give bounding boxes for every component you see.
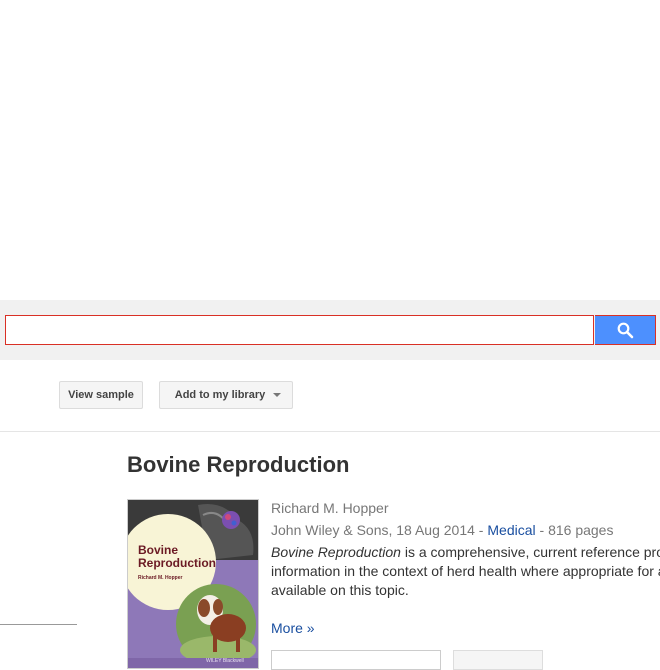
- sidebar-divider: [0, 624, 77, 625]
- book-publication-info: John Wiley & Sons, 18 Aug 2014 - Medical…: [271, 522, 613, 538]
- book-description: Bovine Reproduction is a comprehensive, …: [271, 543, 660, 600]
- publisher-date: John Wiley & Sons, 18 Aug 2014: [271, 522, 475, 538]
- search-input[interactable]: [5, 315, 594, 345]
- view-sample-button[interactable]: View sample: [59, 381, 143, 409]
- add-to-library-label: Add to my library: [174, 389, 266, 401]
- book-title: Bovine Reproduction: [127, 452, 350, 477]
- divider: [0, 431, 660, 432]
- desc-title: Bovine Reproduction: [271, 544, 401, 560]
- search-icon: [617, 322, 633, 338]
- desc-line1-text: is a comprehensive, current reference pr…: [404, 544, 660, 560]
- bottom-action-field[interactable]: [271, 650, 441, 670]
- search-button[interactable]: [595, 315, 656, 345]
- page-count: - 816 pages: [535, 522, 614, 538]
- cover-publisher: WILEY Blackwell: [206, 658, 244, 664]
- desc-line-1: Bovine Reproduction is a comprehensive, …: [271, 543, 660, 562]
- chevron-down-icon: [273, 393, 282, 397]
- cover-author: Richard M. Hopper: [138, 575, 183, 581]
- add-to-library-button[interactable]: Add to my library: [159, 381, 293, 409]
- cover-title-line2: Reproduction: [138, 556, 216, 570]
- book-cover[interactable]: Bovine Reproduction Richard M. Hopper WI…: [127, 499, 259, 669]
- desc-line-2: information in the context of herd healt…: [271, 563, 660, 579]
- desc-line-3: available on this topic.: [271, 582, 409, 598]
- book-author: Richard M. Hopper: [271, 500, 389, 516]
- more-link[interactable]: More »: [271, 620, 315, 636]
- separator: -: [474, 522, 488, 538]
- search-bar: [0, 300, 660, 360]
- bottom-action-button[interactable]: [453, 650, 543, 670]
- book-cover-image: [128, 500, 258, 668]
- category-link[interactable]: Medical: [487, 522, 535, 538]
